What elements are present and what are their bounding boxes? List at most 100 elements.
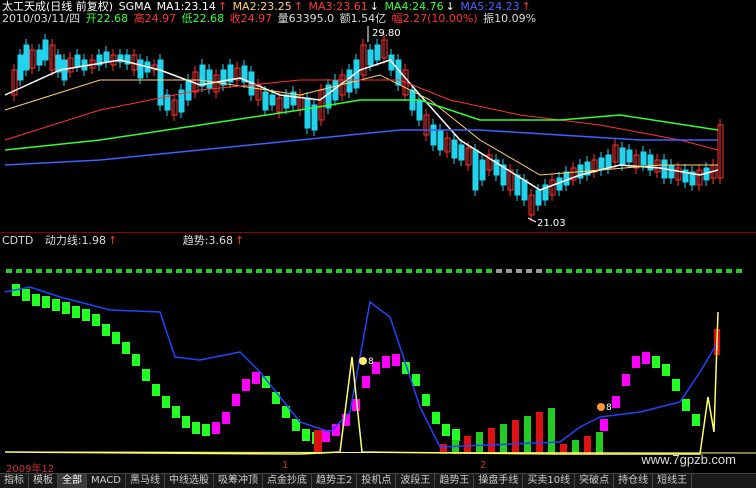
indicator-bars: [12, 284, 720, 454]
signal-dot: [306, 269, 312, 273]
low-pointer: [527, 217, 537, 223]
candle-body: [283, 94, 290, 109]
indicator-block: [132, 354, 140, 366]
candle-body: [619, 147, 626, 166]
tab-10[interactable]: 波段王: [396, 474, 436, 488]
candle-body: [640, 151, 647, 166]
signal-dot: [166, 269, 172, 273]
indicator-block: [662, 364, 670, 376]
date-label-feb: 2: [478, 460, 489, 471]
signal-dot: [556, 269, 562, 273]
signal-dot: [506, 269, 512, 273]
low-annotation: 21.03: [527, 217, 566, 229]
candle-body: [311, 104, 318, 131]
signal-dot: [146, 269, 152, 273]
candle-body: [304, 97, 311, 129]
signal-dot: [286, 269, 292, 273]
indicator-block: [422, 394, 430, 406]
signal-dot: [526, 269, 532, 273]
stock-chart-window: 太工天成(日线 前复权) SGMA MA1:23.14 ↑ MA2:23.25 ↑ …: [0, 0, 756, 488]
volume-bar: [596, 432, 603, 454]
candles: [11, 34, 724, 221]
indicator-tab-bar: 指标 模板 全部 MACD 黑马线 中线选股 吸筹冲顶 点金抄底 趋势王2 投机点 波段王 趋势王 操盘…: [0, 473, 756, 488]
tab-0[interactable]: 指标: [0, 474, 29, 488]
tab-12[interactable]: 操盘手线: [474, 474, 524, 488]
signal-dot: [536, 269, 542, 273]
signal-dot: [456, 269, 462, 273]
signal-dot: [686, 269, 692, 273]
tab-14[interactable]: 突破点: [575, 474, 615, 488]
candle-body: [17, 54, 24, 81]
signal-dot: [466, 269, 472, 273]
signal-dot: [436, 269, 442, 273]
signal-dot: [606, 269, 612, 273]
signal-dot: [296, 269, 302, 273]
candle-body: [346, 69, 353, 93]
indicator-block: [232, 394, 240, 406]
indicator-block: [652, 356, 660, 368]
candle-body: [416, 99, 423, 121]
candle-body: [185, 79, 192, 101]
tab-15[interactable]: 持仓线: [614, 474, 654, 488]
indicator-block: [302, 429, 310, 441]
candle-body: [668, 164, 675, 179]
indicator-block: [182, 416, 190, 428]
candle-body: [605, 154, 612, 169]
candlestick-chart[interactable]: 29.80 21.03: [0, 0, 756, 232]
signal-dot: [426, 269, 432, 273]
signal-dot: [416, 269, 422, 273]
signal-dot: [316, 269, 322, 273]
signal-dot: [406, 269, 412, 273]
signal-dot: [386, 269, 392, 273]
signal-dot: [36, 269, 42, 273]
tab-3[interactable]: MACD: [87, 474, 126, 488]
signal-dot-row: [6, 269, 742, 273]
signal-dot: [266, 269, 272, 273]
indicator-block: [242, 379, 250, 391]
candle-body: [206, 69, 213, 89]
volume-bar: [500, 424, 507, 454]
signal-dot: [656, 269, 662, 273]
signal-dot: [56, 269, 62, 273]
indicator-block: [102, 324, 110, 336]
indicator-block: [152, 384, 160, 396]
tab-11[interactable]: 趋势王: [435, 474, 475, 488]
tab-6[interactable]: 吸筹冲顶: [214, 474, 263, 488]
signal-dot: [226, 269, 232, 273]
tab-16[interactable]: 短线王: [653, 474, 693, 488]
indicator-block: [52, 299, 60, 311]
signal-dot: [186, 269, 192, 273]
indicator-block: [62, 302, 70, 314]
signal-dot: [676, 269, 682, 273]
tab-9[interactable]: 投机点: [357, 474, 397, 488]
tab-1[interactable]: 模板: [29, 474, 58, 488]
signal-dot: [616, 269, 622, 273]
signal-dot: [6, 269, 12, 273]
tab-7[interactable]: 点金抄底: [263, 474, 312, 488]
volume-bar: [488, 428, 495, 454]
signal-dot: [356, 269, 362, 273]
tab-4[interactable]: 黑马线: [126, 474, 165, 488]
tab-13[interactable]: 买卖10线: [523, 474, 576, 488]
signal-dot: [216, 269, 222, 273]
indicator-block: [272, 392, 280, 404]
candle-body: [479, 159, 486, 181]
indicator-block: [642, 352, 650, 364]
candle-body: [103, 51, 110, 63]
candle-body: [451, 139, 458, 159]
candle-body: [598, 157, 605, 171]
candle-body: [262, 91, 269, 111]
signal-dot: [636, 269, 642, 273]
signal-dot: [276, 269, 282, 273]
signal-dot: [716, 269, 722, 273]
tab-2[interactable]: 全部: [58, 474, 87, 488]
signal-dot: [726, 269, 732, 273]
volume-bar: [464, 436, 471, 454]
signal-dot: [446, 269, 452, 273]
volume-bar: [572, 440, 579, 454]
yellow-power-line: [4, 311, 719, 455]
tab-5[interactable]: 中线选股: [165, 474, 214, 488]
tab-8[interactable]: 趋势王2: [312, 474, 358, 488]
indicator-chart[interactable]: 8 8: [0, 232, 756, 460]
signal-dot: [136, 269, 142, 273]
